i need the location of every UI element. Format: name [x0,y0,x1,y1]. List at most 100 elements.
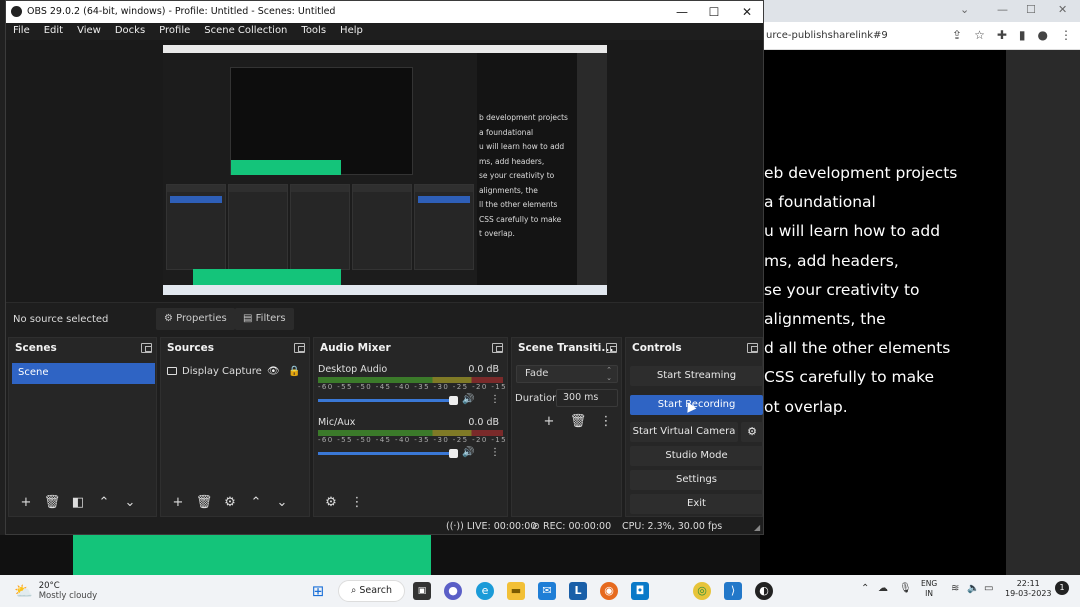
source-item[interactable]: Display Capture [167,366,262,377]
share-icon[interactable]: ⇪ [952,28,962,42]
mail-icon[interactable]: ✉ [538,582,556,600]
menu-view[interactable]: View [70,23,108,40]
mixer-menu-button[interactable]: ⋮ [346,493,368,513]
properties-button[interactable]: ⚙ Properties [156,308,235,330]
close-icon[interactable]: ✕ [1058,3,1067,16]
move-down-button[interactable]: ⌄ [119,493,141,513]
menu-file[interactable]: File [6,23,37,40]
minimize-button[interactable]: — [674,4,690,20]
filter-icon: ▤ [243,313,256,324]
start-virtual-camera-button[interactable]: Start Virtual Camera [630,422,738,442]
sources-title: Sources [167,342,215,354]
exit-button[interactable]: Exit [630,494,763,514]
preview-area[interactable]: b development projects a foundational u … [6,40,763,302]
channel-name: Mic/Aux [318,417,356,428]
task-view-icon[interactable]: ▣ [413,582,431,600]
chat-icon[interactable]: ● [444,582,462,600]
preview-canvas[interactable]: b development projects a foundational u … [163,45,607,295]
speaker-icon[interactable]: 🔊 [462,447,474,458]
letter-l-app-icon[interactable]: L [569,582,587,600]
advanced-audio-button[interactable]: ⚙ [320,493,342,513]
source-down-button[interactable]: ⌄ [271,493,293,513]
add-scene-button[interactable]: + [15,493,37,513]
menu-profile[interactable]: Profile [152,23,197,40]
scene-item[interactable]: Scene [12,363,155,384]
cloud-sun-icon: ⛅ [14,582,33,600]
undock-icon[interactable] [141,343,152,353]
volume-slider[interactable] [318,396,458,405]
remove-source-button[interactable]: 🗑 [193,493,215,513]
start-recording-button[interactable]: Start Recording [630,395,763,415]
volume-slider[interactable] [318,449,458,458]
more-options-icon[interactable]: ⋮ [490,394,500,405]
microphone-icon[interactable]: 🎙 [899,583,912,594]
close-button[interactable]: ✕ [739,4,755,20]
wifi-icon[interactable]: ≋ [951,583,959,594]
windows-taskbar: ⛅ 20°C Mostly cloudy ⊞ ⌕ Search ▣ ● e ▬ … [0,575,1080,607]
transition-properties-button[interactable]: ⋮ [595,412,617,432]
vscode-icon[interactable]: ⟩ [724,582,742,600]
edge-icon[interactable]: e [476,582,494,600]
system-clock[interactable]: 22:11 19-03-2023 [1005,579,1052,599]
menu-scene-collection[interactable]: Scene Collection [197,23,294,40]
move-up-button[interactable]: ⌃ [93,493,115,513]
chevron-down-icon[interactable]: ⌄ [960,3,969,16]
studio-mode-button[interactable]: Studio Mode [630,446,763,466]
file-explorer-icon[interactable]: ▬ [507,582,525,600]
obs-taskbar-icon[interactable]: ◐ [755,582,773,600]
add-transition-button[interactable]: + [538,412,560,432]
source-up-button[interactable]: ⌃ [245,493,267,513]
virtual-camera-settings-icon[interactable]: ⚙ [741,422,763,442]
undock-icon[interactable] [747,343,758,353]
weather-widget[interactable]: ⛅ 20°C Mostly cloudy [14,581,97,601]
firefox-icon[interactable]: ◉ [600,582,618,600]
chevron-up-icon[interactable]: ⌃ [861,583,869,594]
sidebar-icon[interactable]: ▮ [1019,28,1026,42]
visibility-eye-icon[interactable]: 👁 [267,366,280,377]
speaker-icon[interactable]: 🔊 [462,394,474,405]
resize-grip-icon[interactable]: ◢ [754,523,760,532]
transition-select[interactable]: Fade [516,365,618,383]
duration-input[interactable]: 300 ms [556,389,618,407]
remove-scene-button[interactable]: 🗑 [41,493,63,513]
page-line: d all the other elements [764,339,951,358]
browser-url[interactable]: urce-publishsharelink#9 [766,30,888,41]
undock-icon[interactable] [294,343,305,353]
star-icon[interactable]: ☆ [974,28,985,42]
menu-icon[interactable]: ⋮ [1060,28,1072,42]
minimize-icon[interactable]: — [997,3,1008,16]
start-windows-icon[interactable]: ⊞ [309,582,327,600]
maximize-icon[interactable]: ☐ [1026,3,1036,16]
undock-icon[interactable] [606,343,617,353]
preview-text: b development projects a foundational u … [479,113,568,238]
menu-docks[interactable]: Docks [108,23,152,40]
scene-filters-button[interactable]: ◧ [67,493,89,513]
undock-icon[interactable] [492,343,503,353]
start-streaming-button[interactable]: Start Streaming [630,366,763,386]
more-options-icon[interactable]: ⋮ [490,447,500,458]
battery-icon[interactable]: ▭ [984,583,993,594]
language-indicator[interactable]: ENG IN [921,579,937,599]
add-source-button[interactable]: + [167,493,189,513]
menu-edit[interactable]: Edit [37,23,70,40]
settings-button[interactable]: Settings [630,470,763,490]
taskbar-search[interactable]: ⌕ Search [338,580,405,602]
lock-icon[interactable]: 🔒 [288,366,300,377]
maximize-button[interactable]: ☐ [706,4,722,20]
extensions-icon[interactable]: ✚ [997,28,1007,42]
title-bar[interactable]: OBS 29.0.2 (64-bit, windows) - Profile: … [6,1,763,23]
slider-handle[interactable] [449,396,458,405]
menu-tools[interactable]: Tools [294,23,333,40]
slider-handle[interactable] [449,449,458,458]
filters-button[interactable]: ▤ Filters [235,308,294,330]
browser-address-bar[interactable]: urce-publishsharelink#9 ⇪ ☆ ✚ ▮ ● ⋮ [760,22,1080,50]
menu-help[interactable]: Help [333,23,370,40]
profile-icon[interactable]: ● [1038,28,1048,42]
remove-transition-button[interactable]: 🗑 [567,412,589,432]
chrome-icon[interactable]: ◎ [693,582,711,600]
store-icon[interactable]: ◘ [631,582,649,600]
notification-badge-icon[interactable]: 1 [1055,581,1069,595]
tray-app-icon[interactable]: ☁ [878,583,888,594]
source-properties-button[interactable]: ⚙ [219,493,241,513]
volume-icon[interactable]: 🔈 [967,583,979,594]
